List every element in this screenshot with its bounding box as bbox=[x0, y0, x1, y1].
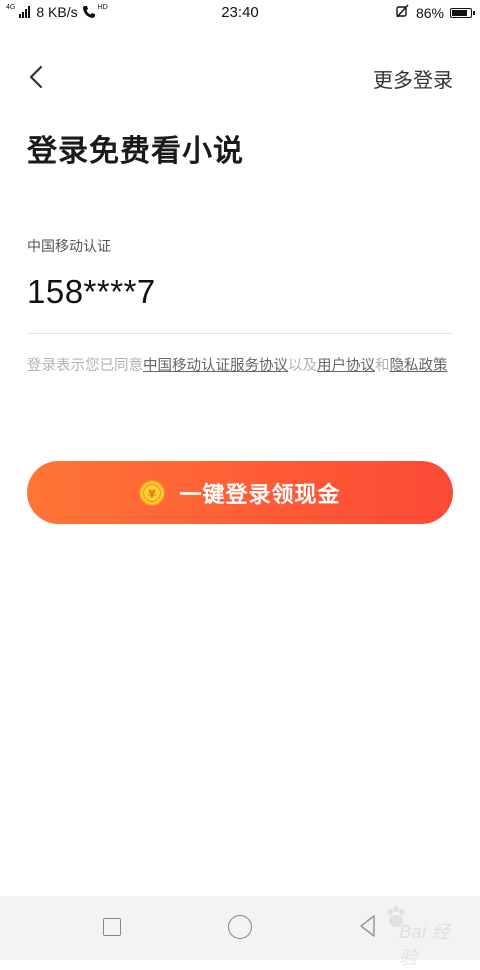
phone-number: 158****7 bbox=[27, 273, 156, 310]
page-title: 登录免费看小说 bbox=[27, 134, 244, 169]
user-agreement-link[interactable]: 用户协议 bbox=[317, 358, 375, 374]
battery-icon bbox=[450, 7, 475, 18]
watermark: Bai 经验 bbox=[385, 906, 465, 968]
more-login-link[interactable]: 更多登录 bbox=[373, 64, 453, 93]
coin-symbol: ¥ bbox=[149, 487, 157, 500]
battery-fill bbox=[452, 9, 467, 16]
agreement-mid: 以及 bbox=[288, 358, 317, 374]
chevron-left-icon bbox=[29, 65, 43, 89]
agreement-text: 登录表示您已同意中国移动认证服务协议以及用户协议和隐私政策 bbox=[27, 354, 453, 379]
divider bbox=[27, 333, 453, 334]
auth-provider-label: 中国移动认证 bbox=[27, 239, 111, 255]
status-bar: 4G 8 KB/s HD 23:40 86% bbox=[0, 0, 480, 26]
login-button-label: 一键登录领现金 bbox=[179, 482, 341, 508]
one-click-login-button[interactable]: ¥ 一键登录领现金 bbox=[27, 461, 453, 524]
mute-icon bbox=[396, 4, 410, 21]
circle-icon[interactable] bbox=[228, 915, 252, 939]
square-icon[interactable] bbox=[103, 918, 121, 936]
status-right: 86% bbox=[396, 4, 475, 21]
privacy-policy-link[interactable]: 隐私政策 bbox=[390, 358, 448, 374]
coin-icon: ¥ bbox=[139, 479, 166, 506]
triangle-back-icon[interactable] bbox=[358, 914, 378, 938]
agreement-prefix: 登录表示您已同意 bbox=[27, 358, 143, 374]
back-button[interactable] bbox=[22, 62, 50, 92]
battery-percent: 86% bbox=[415, 4, 444, 21]
cmcc-agreement-link[interactable]: 中国移动认证服务协议 bbox=[143, 358, 288, 374]
agreement-and: 和 bbox=[375, 358, 390, 374]
nav-bar: Bai 经验 bbox=[0, 896, 480, 968]
watermark-text: Bai 经验 bbox=[399, 922, 451, 968]
